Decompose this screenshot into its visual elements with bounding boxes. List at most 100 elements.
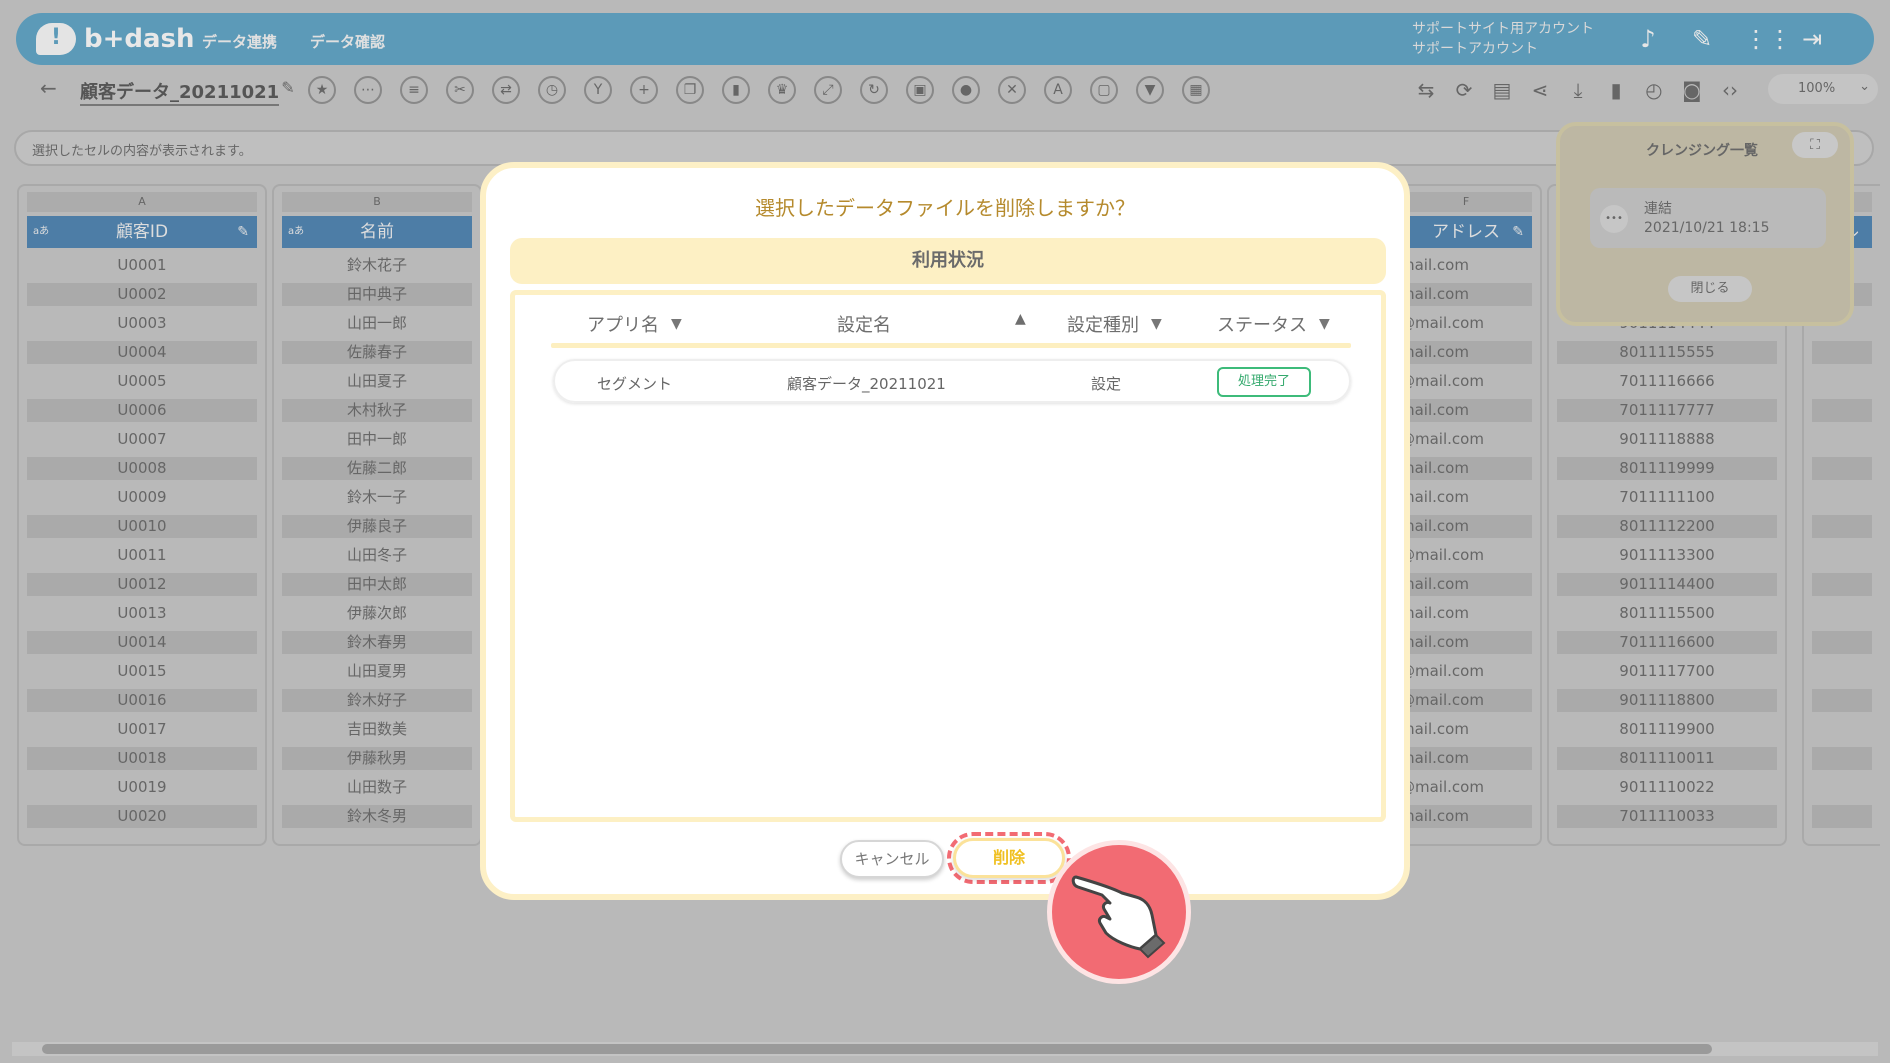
grid-cell[interactable]: 7011116666	[1557, 370, 1777, 394]
grid-cell[interactable]: U0014	[27, 630, 257, 654]
grid-cell[interactable]: 7011117777	[1557, 398, 1777, 422]
grid-cell[interactable]: 9011114400	[1557, 572, 1777, 596]
grid-cell[interactable]: mail.com	[1400, 746, 1532, 770]
wrench-icon[interactable]: ✎	[1688, 25, 1716, 53]
grid-cell[interactable]: 7011111100	[1557, 486, 1777, 510]
grid-cell[interactable]	[1812, 804, 1872, 828]
more-icon[interactable]: ⋯	[354, 76, 382, 104]
grid-cell[interactable]: U0001	[27, 254, 257, 278]
header-setting-type[interactable]: 設定種別 ▼	[1067, 311, 1162, 337]
grid-cell[interactable]: mail.com	[1400, 486, 1532, 510]
cancel-button[interactable]: キャンセル	[840, 840, 944, 878]
grid-cell[interactable]: @mail.com	[1400, 370, 1532, 394]
nav-data-integration[interactable]: データ連携	[202, 31, 277, 52]
app-logo[interactable]: b+dash	[36, 23, 195, 55]
grid-cell[interactable]: 9011117700	[1557, 660, 1777, 684]
table-row[interactable]: セグメント 顧客データ_20211021 設定 処理完了	[553, 359, 1351, 403]
snapshot-icon[interactable]: ◙	[1678, 76, 1706, 104]
header-app-name[interactable]: アプリ名 ▼	[587, 311, 682, 337]
refresh-icon[interactable]: ⟳	[1450, 76, 1478, 104]
grid-cell[interactable]: mail.com	[1400, 282, 1532, 306]
grid-cell[interactable]: U0013	[27, 602, 257, 626]
grid-cell[interactable]	[1812, 776, 1872, 800]
expand-icon[interactable]: ⛶	[1792, 132, 1838, 158]
pencil-icon[interactable]: ✎	[274, 74, 302, 102]
grid-cell[interactable]	[1812, 746, 1872, 770]
grid-cell[interactable]: @mail.com	[1400, 660, 1532, 684]
grid-cell[interactable]: 8011112200	[1557, 514, 1777, 538]
grid-cell[interactable]: U0002	[27, 282, 257, 306]
grid-cell[interactable]: mail.com	[1400, 602, 1532, 626]
grid-cell[interactable]: 山田冬子	[282, 544, 472, 568]
grid-cell[interactable]: 田中典子	[282, 282, 472, 306]
grid-cell[interactable]: 鈴木冬男	[282, 804, 472, 828]
grid-cell[interactable]: 吉田数美	[282, 718, 472, 742]
grid-cell[interactable]	[1812, 456, 1872, 480]
grid-cell[interactable]: U0015	[27, 660, 257, 684]
logout-icon[interactable]: ⇥	[1798, 25, 1826, 53]
grid-menu-icon[interactable]: ⋮⋮	[1744, 25, 1792, 53]
grid-cell[interactable]: 8011119999	[1557, 456, 1777, 480]
grid-cell[interactable]: U0016	[27, 688, 257, 712]
grid-cell[interactable]: 7011110033	[1557, 804, 1777, 828]
filter-icon[interactable]: ▼	[1136, 76, 1164, 104]
grid-cell[interactable]: U0009	[27, 486, 257, 510]
grid-cell[interactable]: 伊藤次郎	[282, 602, 472, 626]
grid-cell[interactable]	[1812, 428, 1872, 452]
grid-cell[interactable]: 7011116600	[1557, 630, 1777, 654]
close-button[interactable]: 閉じる	[1668, 276, 1752, 302]
grid-cell[interactable]: mail.com	[1400, 514, 1532, 538]
grid-cell[interactable]: U0011	[27, 544, 257, 568]
copy-icon[interactable]: ❐	[676, 76, 704, 104]
grid-cell[interactable]: 田中太郎	[282, 572, 472, 596]
grid-cell[interactable]: U0012	[27, 572, 257, 596]
clipboard-icon[interactable]: ▤	[1488, 76, 1516, 104]
account-info[interactable]: サポートサイト用アカウント サポートアカウント	[1412, 19, 1594, 59]
grid-cell[interactable]: 田中一郎	[282, 428, 472, 452]
column-header[interactable]: aあ 名前	[282, 216, 472, 248]
header-setting-name[interactable]: 設定名	[837, 311, 891, 337]
grid-cell[interactable]	[1812, 370, 1872, 394]
header-status[interactable]: ステータス ▼	[1217, 311, 1330, 337]
grid-cell[interactable]: U0005	[27, 370, 257, 394]
pencil-icon[interactable]: ✎	[237, 216, 249, 248]
grid-cell[interactable]: U0018	[27, 746, 257, 770]
grid-cell[interactable]	[1812, 718, 1872, 742]
grid-cell[interactable]: 9011118800	[1557, 688, 1777, 712]
list-icon[interactable]: ≡	[400, 76, 428, 104]
grid-cell[interactable]	[1812, 630, 1872, 654]
grid-cell[interactable]: mail.com	[1400, 718, 1532, 742]
grid-cell[interactable]: U0007	[27, 428, 257, 452]
delete-icon[interactable]: ▮	[1602, 76, 1630, 104]
grid-cell[interactable]	[1812, 544, 1872, 568]
grid-cell[interactable]	[1812, 340, 1872, 364]
cleansing-item[interactable]: ••• 連結 2021/10/21 18:15	[1590, 188, 1826, 248]
bag-icon[interactable]: ●	[952, 76, 980, 104]
swap-icon[interactable]: ⇆	[1412, 76, 1440, 104]
lock-icon[interactable]: ▣	[906, 76, 934, 104]
trash-icon[interactable]: ▮	[722, 76, 750, 104]
grid-cell[interactable]: 9011110022	[1557, 776, 1777, 800]
grid-cell[interactable]: mail.com	[1400, 804, 1532, 828]
grid-cell[interactable]: 山田数子	[282, 776, 472, 800]
grid-cell[interactable]: 山田夏子	[282, 370, 472, 394]
grid-cell[interactable]: U0003	[27, 312, 257, 336]
grid-cell[interactable]: @mail.com	[1400, 312, 1532, 336]
grid-cell[interactable]: 佐藤春子	[282, 340, 472, 364]
grid-cell[interactable]: @mail.com	[1400, 428, 1532, 452]
grid-cell[interactable]: @mail.com	[1400, 776, 1532, 800]
grid-cell[interactable]: U0006	[27, 398, 257, 422]
expand-icon[interactable]: ⤢	[814, 76, 842, 104]
chevron-up-icon[interactable]: ▲	[1015, 311, 1026, 327]
grid-cell[interactable]: 8011115500	[1557, 602, 1777, 626]
grid-cell[interactable]: 木村秋子	[282, 398, 472, 422]
grid-cell[interactable]: 山田一郎	[282, 312, 472, 336]
grid-cell[interactable]: U0019	[27, 776, 257, 800]
grid-cell[interactable]: mail.com	[1400, 398, 1532, 422]
split-icon[interactable]: ⇄	[492, 76, 520, 104]
grid-cell[interactable]: 伊藤良子	[282, 514, 472, 538]
grid-cell[interactable]	[1812, 660, 1872, 684]
translate-icon[interactable]: A	[1044, 76, 1072, 104]
grid-cell[interactable]: mail.com	[1400, 630, 1532, 654]
download-icon[interactable]: ⤓	[1564, 76, 1592, 104]
